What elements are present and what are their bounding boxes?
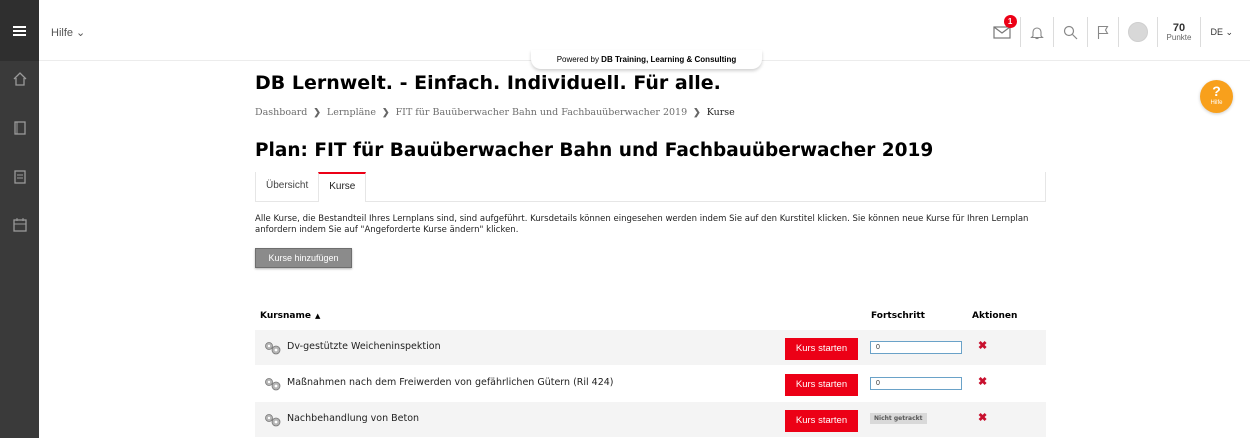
table-row: Maßnahmen nach dem Freiwerden von gefähr… [255, 366, 1046, 401]
flag-button[interactable] [1086, 17, 1118, 47]
sort-ascending-icon: ▲ [314, 312, 321, 320]
table-row: Nachbehandlung von Beton Kurs starten Ni… [255, 402, 1046, 437]
start-course-button[interactable]: Kurs starten [785, 338, 858, 360]
language-label: DE ⌄ [1210, 26, 1233, 37]
breadcrumb-separator: ❯ [313, 107, 321, 118]
help-menu[interactable]: Hilfe ⌄ [51, 26, 85, 39]
table-row: Dv-gestützte Weicheninspektion Kurs star… [255, 330, 1046, 365]
search-icon [1063, 25, 1077, 39]
breadcrumb-plan[interactable]: FIT für Bauüberwacher Bahn und Fachbauüb… [396, 107, 688, 118]
breadcrumb-dashboard[interactable]: Dashboard [255, 107, 307, 118]
table-header: Kursname ▲ Fortschritt Aktionen [255, 311, 1046, 327]
breadcrumb: Dashboard ❯ Lernpläne ❯ FIT für Bauüberw… [255, 107, 735, 118]
site-title: DB Lernwelt. - Einfach. Individuell. Für… [255, 72, 721, 94]
help-button-label: Hilfe [1210, 100, 1223, 106]
add-courses-button[interactable]: Kurse hinzufügen [255, 248, 352, 268]
notifications-button[interactable] [1019, 17, 1053, 47]
powered-by-prefix: Powered by [556, 55, 602, 64]
user-menu[interactable] [1117, 17, 1157, 47]
start-course-button[interactable]: Kurs starten [785, 410, 858, 432]
description-text: Alle Kurse, die Bestandteil Ihres Lernpl… [255, 214, 1029, 235]
sidebar [0, 0, 39, 438]
flag-icon [1097, 25, 1108, 39]
start-course-button[interactable]: Kurs starten [785, 374, 858, 396]
language-selector[interactable]: DE ⌄ [1200, 17, 1242, 47]
hamburger-icon [13, 25, 26, 36]
course-gears-icon [265, 378, 281, 391]
not-tracked-badge: Nicht getrackt [870, 413, 927, 424]
course-name-link[interactable]: Nachbehandlung von Beton [287, 413, 419, 424]
top-right-actions: 1 70 Punkte DE ⌄ [984, 15, 1242, 47]
tab-overview[interactable]: Übersicht [256, 172, 318, 202]
course-gears-icon [265, 342, 281, 355]
points-value: 70 [1172, 21, 1186, 34]
progress-bar: 0 [870, 341, 962, 354]
calendar-icon[interactable] [12, 217, 28, 233]
search-button[interactable] [1052, 17, 1087, 47]
document-icon[interactable] [12, 169, 28, 185]
course-name-link[interactable]: Dv-gestützte Weicheninspektion [287, 341, 441, 352]
page-title: Plan: FIT für Bauüberwacher Bahn und Fac… [255, 140, 934, 161]
column-course-name[interactable]: Kursname ▲ [260, 311, 320, 321]
book-icon[interactable] [12, 120, 28, 136]
remove-course-icon[interactable]: ✖ [978, 375, 987, 388]
breadcrumb-current: Kurse [706, 107, 735, 118]
breadcrumb-separator: ❯ [693, 107, 701, 118]
column-progress: Fortschritt [871, 311, 925, 321]
home-icon[interactable] [12, 71, 28, 87]
powered-by-banner: Powered by DB Training, Learning & Consu… [531, 50, 762, 69]
points-display[interactable]: 70 Punkte [1156, 17, 1201, 47]
messages-button[interactable]: 1 [984, 15, 1020, 47]
avatar [1127, 22, 1148, 42]
remove-course-icon[interactable]: ✖ [978, 411, 987, 424]
course-gears-icon [265, 414, 281, 427]
breadcrumb-learning-plans[interactable]: Lernpläne [327, 107, 376, 118]
course-name-link[interactable]: Maßnahmen nach dem Freiwerden von gefähr… [287, 377, 614, 388]
points-label: Punkte [1166, 32, 1192, 42]
tab-bar: Übersicht Kurse [255, 172, 1046, 202]
question-icon: ? [1212, 83, 1221, 99]
remove-course-icon[interactable]: ✖ [978, 339, 987, 352]
bell-icon [1029, 26, 1044, 39]
breadcrumb-separator: ❯ [382, 107, 390, 118]
help-floating-button[interactable]: ? Hilfe [1200, 80, 1233, 113]
column-actions: Aktionen [972, 311, 1018, 321]
message-count-badge: 1 [1003, 15, 1017, 28]
menu-toggle-button[interactable] [0, 0, 39, 61]
powered-by-brand: DB Training, Learning & Consulting [601, 55, 737, 64]
tab-courses[interactable]: Kurse [318, 172, 367, 202]
progress-bar: 0 [870, 377, 962, 390]
